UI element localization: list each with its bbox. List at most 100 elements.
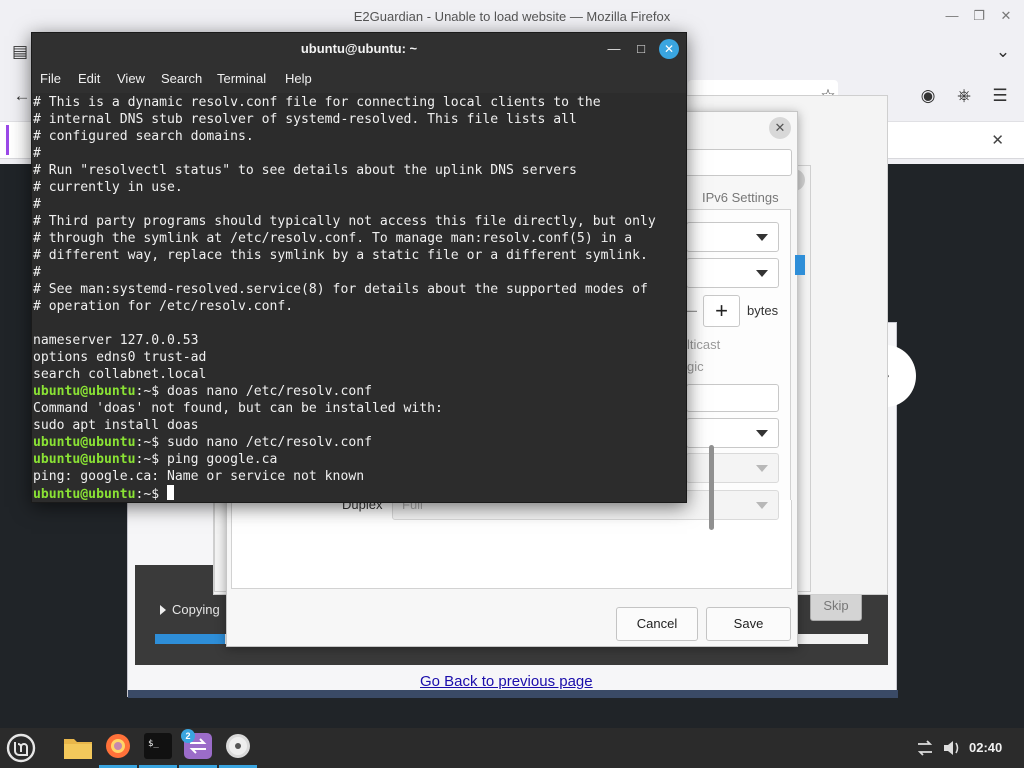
firefox-window-title: E2Guardian - Unable to load website — Mo…: [353, 9, 671, 24]
terminal-line-text: :~$ ping google.ca: [135, 452, 278, 467]
mtu-decrement-button[interactable]: –: [687, 295, 702, 327]
shell-prompt: ubuntu@ubuntu: [33, 384, 136, 399]
volume-icon[interactable]: [938, 728, 964, 768]
scroll-indicator[interactable]: [795, 255, 805, 275]
disc-icon[interactable]: [219, 728, 257, 768]
tab-ipv6-settings[interactable]: IPv6 Settings: [702, 190, 779, 205]
menu-help[interactable]: Help: [285, 71, 312, 86]
go-back-link[interactable]: Go Back to previous page: [420, 673, 593, 690]
terminal-line: ubuntu@ubuntu:~$ ping google.ca: [33, 451, 677, 468]
svg-text:$_: $_: [148, 739, 159, 749]
menu-terminal[interactable]: Terminal: [217, 71, 266, 86]
terminal-line: # Run "resolvectl status" to see details…: [33, 162, 677, 179]
terminal-output[interactable]: # This is a dynamic resolv.conf file for…: [32, 93, 677, 502]
mint-menu-icon[interactable]: [2, 728, 40, 768]
terminal-line: #: [33, 196, 677, 213]
terminal-line-text: :~$ doas nano /etc/resolv.conf: [135, 384, 372, 399]
minimize-icon[interactable]: —: [944, 8, 960, 24]
firefox-view-icon[interactable]: ▤: [10, 42, 30, 62]
terminal-line-text: # internal DNS stub resolver of systemd-…: [33, 112, 577, 127]
hamburger-menu-icon[interactable]: ☰: [990, 86, 1010, 106]
chevron-down-icon: [756, 234, 768, 241]
menu-search[interactable]: Search: [161, 71, 202, 86]
wake-on-lan-magic-option[interactable]: gic: [687, 359, 704, 374]
notification-close-icon[interactable]: ✕: [991, 131, 1004, 149]
terminal-line-text: # different way, replace this symlink by…: [33, 248, 648, 263]
terminal-line: # currently in use.: [33, 179, 677, 196]
terminal-line-text: :~$: [135, 487, 168, 502]
minimize-icon[interactable]: —: [606, 41, 622, 57]
installer-progress-fill: [155, 634, 225, 644]
menu-view[interactable]: View: [117, 71, 145, 86]
shell-prompt: ubuntu@ubuntu: [33, 487, 136, 502]
shell-prompt: ubuntu@ubuntu: [33, 452, 136, 467]
terminal-icon[interactable]: $_: [139, 728, 177, 768]
cancel-button[interactable]: Cancel: [616, 607, 698, 641]
terminal-line-text: sudo apt install doas: [33, 418, 199, 433]
close-icon[interactable]: ✕: [998, 8, 1014, 24]
terminal-line: options edns0 trust-ad: [33, 349, 677, 366]
network-status-icon[interactable]: [912, 728, 938, 768]
wake-on-lan-multicast-option[interactable]: lticast: [687, 337, 720, 352]
terminal-line: # through the symlink at /etc/resolv.con…: [33, 230, 677, 247]
terminal-line: ubuntu@ubuntu:~$ sudo nano /etc/resolv.c…: [33, 434, 677, 451]
terminal-line: # internal DNS stub resolver of systemd-…: [33, 111, 677, 128]
menu-file[interactable]: File: [40, 71, 61, 86]
terminal-scrollbar[interactable]: [709, 445, 714, 530]
mtu-unit-label: bytes: [747, 303, 779, 318]
terminal-line-text: options edns0 trust-ad: [33, 350, 207, 365]
pocket-icon[interactable]: ◉: [918, 86, 938, 106]
terminal-line: ubuntu@ubuntu:~$ doas nano /etc/resolv.c…: [33, 383, 677, 400]
extensions-icon[interactable]: ⎈: [954, 86, 974, 106]
chevron-down-icon: [756, 270, 768, 277]
save-button[interactable]: Save: [706, 607, 791, 641]
terminal-line-text: # operation for /etc/resolv.conf.: [33, 299, 294, 314]
terminal-line: sudo apt install doas: [33, 417, 677, 434]
terminal-line: search collabnet.local: [33, 366, 677, 383]
files-folder-icon[interactable]: [59, 728, 97, 768]
chevron-down-icon: [756, 430, 768, 437]
mtu-increment-button[interactable]: +: [703, 295, 740, 327]
restore-icon[interactable]: ❐: [971, 8, 987, 24]
terminal-line: # operation for /etc/resolv.conf.: [33, 298, 677, 315]
link-negotiation-combo[interactable]: [686, 418, 779, 448]
terminal-line: #: [33, 264, 677, 281]
terminal-line-text: # configured search domains.: [33, 129, 254, 144]
terminal-menubar: File Edit View Search Terminal Help: [32, 66, 686, 93]
device-combo[interactable]: [686, 222, 779, 252]
dialog-close-icon[interactable]: ✕: [769, 117, 791, 139]
menu-edit[interactable]: Edit: [78, 71, 100, 86]
wake-on-lan-password-input[interactable]: [686, 384, 779, 412]
terminal-line-text: #: [33, 265, 41, 280]
chevron-down-icon: [756, 502, 768, 509]
terminal-titlebar[interactable]: ubuntu@ubuntu: ~ — □ ✕: [32, 33, 686, 66]
clock[interactable]: 02:40: [969, 740, 1002, 755]
installer-status[interactable]: Copying: [160, 602, 220, 617]
cloned-mac-combo[interactable]: [686, 258, 779, 288]
terminal-line-text: Command 'doas' not found, but can be ins…: [33, 401, 443, 416]
terminal-line-text: #: [33, 197, 41, 212]
back-arrow-icon[interactable]: ←: [12, 86, 32, 106]
terminal-line: #: [33, 145, 677, 162]
terminal-line: # Third party programs should typically …: [33, 213, 677, 230]
skip-button[interactable]: Skip: [810, 591, 862, 621]
firefox-icon[interactable]: [99, 728, 137, 768]
installer-status-text: Copying: [172, 602, 220, 617]
terminal-line: # different way, replace this symlink by…: [33, 247, 677, 264]
shell-prompt: ubuntu@ubuntu: [33, 435, 136, 450]
tab-list-chevron-down-icon[interactable]: ⌄: [993, 42, 1013, 62]
terminal-line-text: # Run "resolvectl status" to see details…: [33, 163, 577, 178]
terminal-line: ubuntu@ubuntu:~$: [33, 485, 677, 502]
connection-name-input[interactable]: [676, 149, 792, 176]
text-cursor: [167, 485, 175, 500]
terminal-line: Command 'doas' not found, but can be ins…: [33, 400, 677, 417]
terminal-window: ubuntu@ubuntu: ~ — □ ✕ File Edit View Se…: [31, 32, 714, 530]
terminal-line: ping: google.ca: Name or service not kno…: [33, 468, 677, 485]
terminal-line: # configured search domains.: [33, 128, 677, 145]
terminal-line-text: :~$ sudo nano /etc/resolv.conf: [135, 435, 372, 450]
close-icon[interactable]: ✕: [659, 39, 679, 59]
terminal-line-text: #: [33, 146, 41, 161]
maximize-icon[interactable]: □: [633, 41, 649, 57]
speed-combo: [686, 453, 779, 483]
